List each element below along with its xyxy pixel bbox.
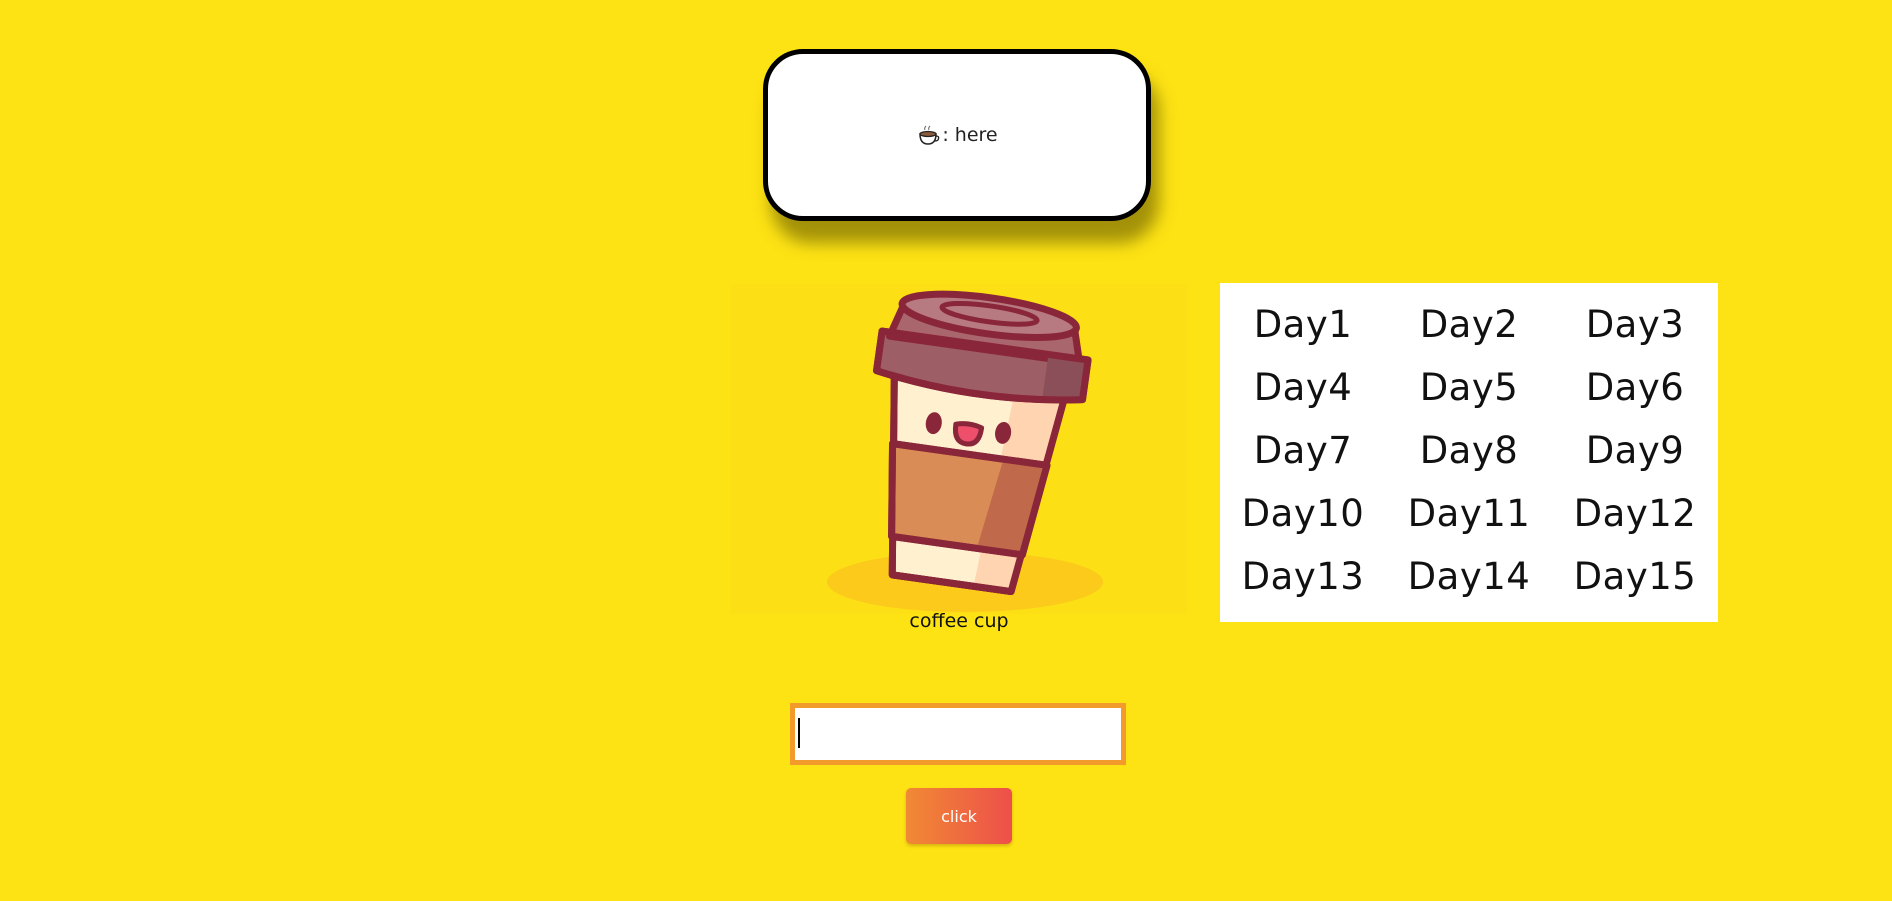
message-text: : here [942,124,998,146]
page: : here coffee cup Day1 Day2 Day3 Day4 Da… [0,0,1892,901]
text-cursor [798,718,800,748]
day-item-1[interactable]: Day1 [1254,303,1353,346]
day-item-11[interactable]: Day11 [1408,492,1531,535]
day-item-12[interactable]: Day12 [1574,492,1697,535]
day-item-10[interactable]: Day10 [1242,492,1365,535]
message-bubble: : here [763,49,1151,221]
day-item-2[interactable]: Day2 [1420,303,1519,346]
day-item-13[interactable]: Day13 [1242,555,1365,598]
coffee-cup-image [731,284,1187,614]
day-item-15[interactable]: Day15 [1574,555,1697,598]
click-button[interactable]: click [906,788,1012,844]
day-item-9[interactable]: Day9 [1586,429,1685,472]
day-item-14[interactable]: Day14 [1408,555,1531,598]
coffee-cup-illustration [827,290,1103,612]
text-input[interactable] [790,703,1126,765]
day-item-7[interactable]: Day7 [1254,429,1353,472]
image-caption: coffee cup [909,610,1009,632]
day-item-3[interactable]: Day3 [1586,303,1685,346]
day-item-6[interactable]: Day6 [1586,366,1685,409]
coffee-cup-emoji-icon [919,125,940,145]
day-item-4[interactable]: Day4 [1254,366,1353,409]
day-item-5[interactable]: Day5 [1420,366,1519,409]
days-grid: Day1 Day2 Day3 Day4 Day5 Day6 Day7 Day8 … [1220,283,1718,622]
day-item-8[interactable]: Day8 [1420,429,1519,472]
